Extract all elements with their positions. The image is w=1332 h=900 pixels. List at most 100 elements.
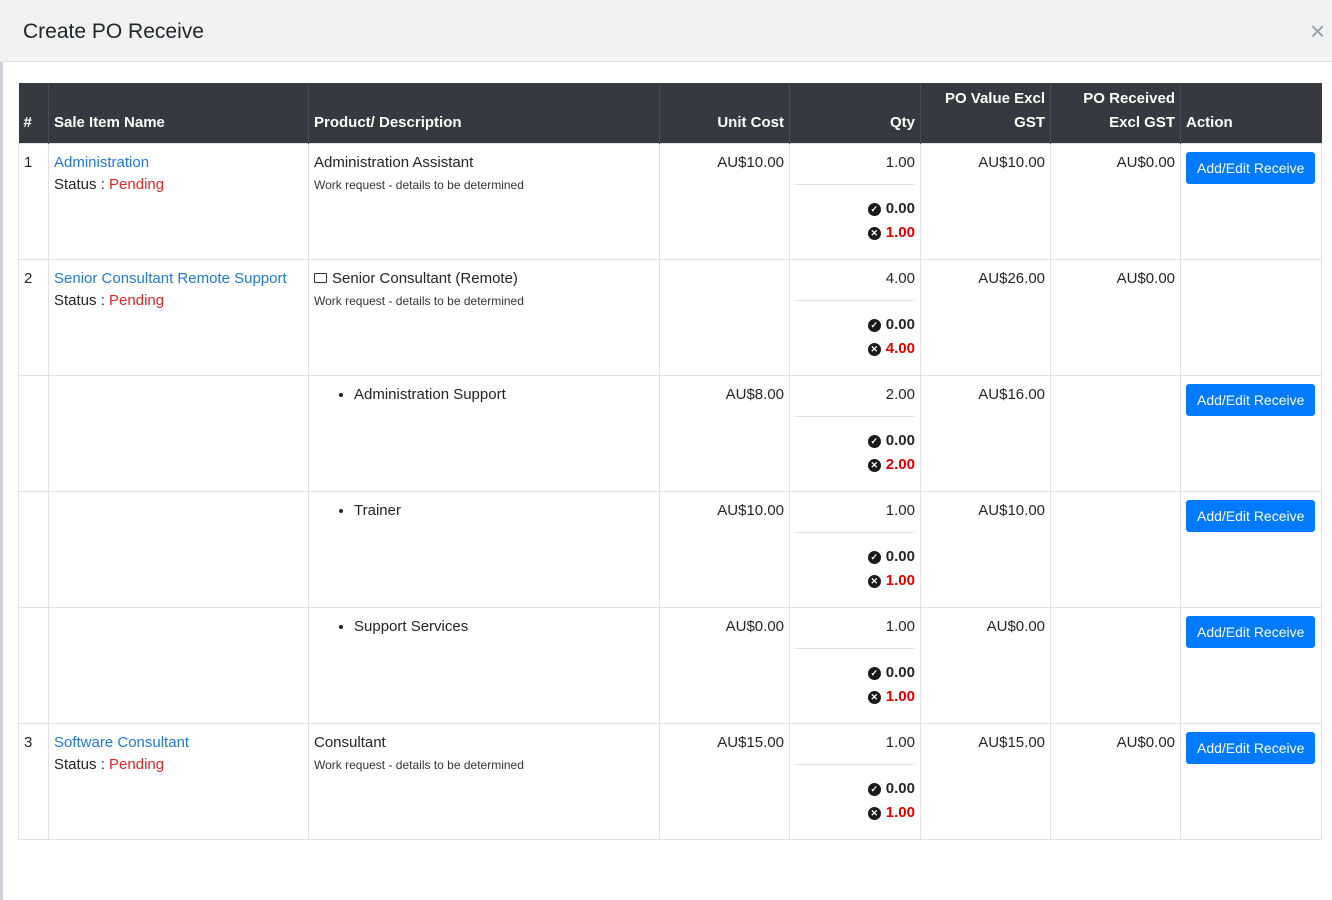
qty-cell: 1.00 ✓ 0.00 ✕ 1.00 xyxy=(789,491,921,608)
times-circle-icon: ✕ xyxy=(867,574,881,588)
table-header-row: # Sale Item Name Product/ Description Un… xyxy=(18,83,1322,144)
qty-received: ✓ 0.00 xyxy=(795,313,915,337)
product-name: Senior Consultant (Remote) xyxy=(332,270,518,287)
unit-cost xyxy=(659,259,790,376)
qty-received-value: 0.00 xyxy=(885,432,915,449)
add-edit-receive-button[interactable]: Add/Edit Receive xyxy=(1186,616,1316,648)
row-num: 3 xyxy=(18,723,49,840)
close-icon[interactable]: × xyxy=(1310,18,1332,44)
po-value: AU$26.00 xyxy=(920,259,1051,376)
sale-item-cell xyxy=(48,607,309,724)
status-badge: Pending xyxy=(109,756,165,773)
qty-value: 1.00 xyxy=(795,732,915,765)
sale-item-cell: Senior Consultant Remote Support Status … xyxy=(48,259,309,376)
header-po-received-line1: PO Received xyxy=(1083,90,1175,107)
folder-icon xyxy=(314,273,327,283)
status-label: Status : xyxy=(54,292,110,309)
status-badge: Pending xyxy=(109,292,165,309)
sub-item-name: Support Services xyxy=(354,616,654,638)
header-po-value: PO Value Excl GST xyxy=(920,83,1051,144)
product-cell: Administration Support xyxy=(308,375,660,492)
qty-pending: ✕ 1.00 xyxy=(795,685,915,709)
product-description: Work request - details to be determined xyxy=(314,294,524,308)
header-unit-cost: Unit Cost xyxy=(659,83,790,144)
po-received xyxy=(1050,607,1181,724)
po-value: AU$15.00 xyxy=(920,723,1051,840)
row-num xyxy=(18,375,49,492)
sale-item-link[interactable]: Administration xyxy=(54,154,149,171)
qty-pending-value: 1.00 xyxy=(885,224,915,241)
row-num: 1 xyxy=(18,143,49,260)
qty-value: 1.00 xyxy=(795,616,915,649)
add-edit-receive-button[interactable]: Add/Edit Receive xyxy=(1186,500,1316,532)
qty-pending-value: 4.00 xyxy=(885,340,915,357)
status-label: Status : xyxy=(54,756,110,773)
status-badge: Pending xyxy=(109,176,165,193)
qty-pending-value: 1.00 xyxy=(885,804,915,821)
qty-cell: 2.00 ✓ 0.00 ✕ 2.00 xyxy=(789,375,921,492)
qty-value: 2.00 xyxy=(795,384,915,417)
header-qty: Qty xyxy=(789,83,921,144)
sale-item-cell xyxy=(48,491,309,608)
unit-cost: AU$10.00 xyxy=(659,143,790,260)
product-name: Consultant xyxy=(314,734,386,751)
table-row: 1 Administration Status : Pending Admini… xyxy=(18,143,1322,260)
qty-received: ✓ 0.00 xyxy=(795,197,915,221)
action-cell: Add/Edit Receive xyxy=(1180,143,1322,260)
check-circle-icon: ✓ xyxy=(867,434,881,448)
po-received: AU$0.00 xyxy=(1050,143,1181,260)
table-row: Trainer AU$10.00 1.00 ✓ 0.00 ✕ 1.00 AU$10.… xyxy=(18,491,1322,608)
po-received: AU$0.00 xyxy=(1050,259,1181,376)
row-num xyxy=(18,491,49,608)
table-row: Support Services AU$0.00 1.00 ✓0.00 ✕ 1.0… xyxy=(18,607,1322,724)
qty-pending: ✕ 4.00 xyxy=(795,337,915,361)
row-num: 2 xyxy=(18,259,49,376)
po-value: AU$0.00 xyxy=(920,607,1051,724)
sub-item-name: Administration Support xyxy=(354,384,654,406)
sale-item-cell: Administration Status : Pending xyxy=(48,143,309,260)
times-circle-icon: ✕ xyxy=(867,806,881,820)
po-value: AU$10.00 xyxy=(920,143,1051,260)
action-cell xyxy=(1180,259,1322,376)
qty-pending-value: 1.00 xyxy=(885,688,915,705)
check-circle-icon: ✓ xyxy=(867,318,881,332)
po-value: AU$10.00 xyxy=(920,491,1051,608)
check-circle-icon: ✓ xyxy=(867,666,881,680)
action-cell: Add/Edit Receive xyxy=(1180,375,1322,492)
times-circle-icon: ✕ xyxy=(867,458,881,472)
sale-item-link[interactable]: Senior Consultant Remote Support xyxy=(54,270,287,287)
product-cell: Administration Assistant Work request - … xyxy=(308,143,660,260)
add-edit-receive-button[interactable]: Add/Edit Receive xyxy=(1186,732,1316,764)
po-value: AU$16.00 xyxy=(920,375,1051,492)
add-edit-receive-button[interactable]: Add/Edit Receive xyxy=(1186,384,1316,416)
qty-pending-value: 2.00 xyxy=(885,456,915,473)
qty-value: 1.00 xyxy=(795,152,915,185)
qty-received: ✓ 0.00 xyxy=(795,661,915,685)
qty-received: ✓ 0.00 xyxy=(795,777,915,801)
product-cell: Senior Consultant (Remote) Work request … xyxy=(308,259,660,376)
product-cell: Consultant Work request - details to be … xyxy=(308,723,660,840)
product-name: Administration Assistant xyxy=(314,154,474,171)
qty-pending: ✕ 1.00 xyxy=(795,801,915,825)
unit-cost: AU$0.00 xyxy=(659,607,790,724)
header-po-value-line2: GST xyxy=(1014,114,1045,131)
sale-item-link[interactable]: Software Consultant xyxy=(54,734,189,751)
qty-received-value: 0.00 xyxy=(885,548,915,565)
qty-cell: 1.00 ✓ 0.00 ✕ 1.00 xyxy=(789,723,921,840)
qty-received: ✓ 0.00 xyxy=(795,545,915,569)
qty-pending: ✕ 1.00 xyxy=(795,569,915,593)
sub-item-list: Trainer xyxy=(314,500,654,522)
unit-cost: AU$15.00 xyxy=(659,723,790,840)
add-edit-receive-button[interactable]: Add/Edit Receive xyxy=(1186,152,1316,184)
times-circle-icon: ✕ xyxy=(867,226,881,240)
times-circle-icon: ✕ xyxy=(867,690,881,704)
qty-received-value: 0.00 xyxy=(885,200,915,217)
status-label: Status : xyxy=(54,176,110,193)
sub-item-list: Administration Support xyxy=(314,384,654,406)
product-description: Work request - details to be determined xyxy=(314,178,524,192)
qty-value: 4.00 xyxy=(795,268,915,301)
header-po-value-line1: PO Value Excl xyxy=(944,90,1045,107)
times-circle-icon: ✕ xyxy=(867,342,881,356)
po-received: AU$0.00 xyxy=(1050,723,1181,840)
backdrop-edge xyxy=(0,62,3,900)
